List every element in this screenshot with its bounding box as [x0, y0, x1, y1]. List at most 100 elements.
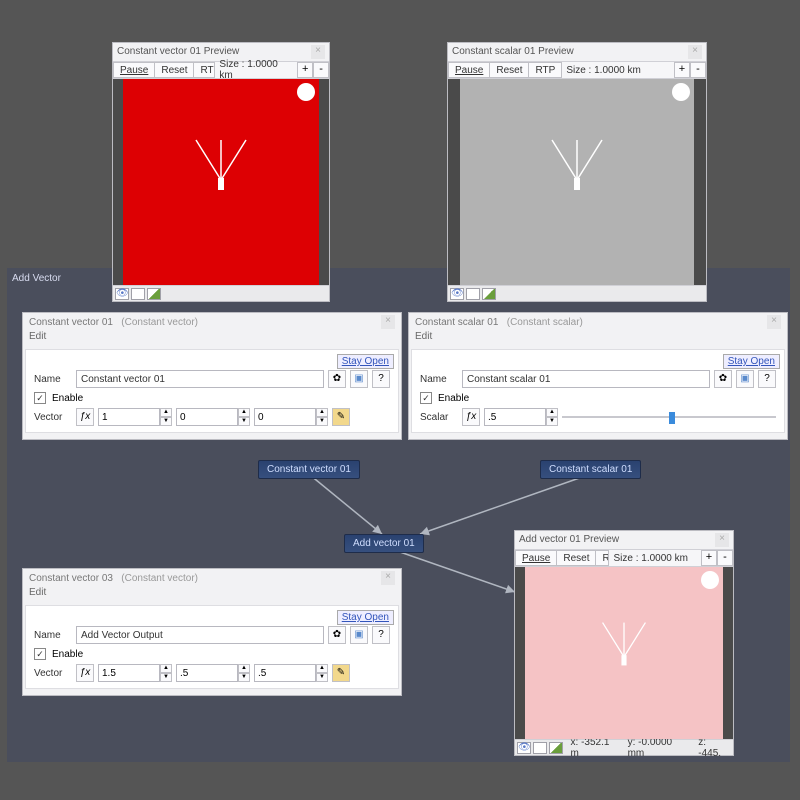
- edit-label[interactable]: Edit: [23, 587, 401, 603]
- picker-icon[interactable]: ✎: [332, 408, 350, 426]
- name-input[interactable]: [76, 626, 324, 644]
- spin-up[interactable]: ▲: [316, 408, 328, 417]
- property-panel-vector03: Constant vector 03 (Constant vector)× Ed…: [22, 568, 402, 696]
- sun-icon: [297, 83, 315, 101]
- vector-label: Vector: [34, 412, 72, 423]
- spin-up[interactable]: ▲: [160, 408, 172, 417]
- scalar-slider[interactable]: [562, 412, 776, 422]
- spin-up[interactable]: ▲: [238, 408, 250, 417]
- eye-icon[interactable]: 👁: [450, 288, 464, 300]
- gear-icon[interactable]: ✿: [714, 370, 732, 388]
- zoom-out-button[interactable]: -: [313, 62, 329, 78]
- spin-down[interactable]: ▼: [238, 673, 250, 682]
- edit-label[interactable]: Edit: [409, 331, 787, 347]
- spin-up[interactable]: ▲: [546, 408, 558, 417]
- vy-input[interactable]: [176, 408, 238, 426]
- stay-open-button[interactable]: Stay Open: [337, 610, 394, 625]
- spin-up[interactable]: ▲: [238, 664, 250, 673]
- reset-button[interactable]: Reset: [154, 62, 194, 78]
- vx-input[interactable]: [98, 664, 160, 682]
- enable-checkbox[interactable]: ✓: [34, 392, 46, 404]
- vx-input[interactable]: [98, 408, 160, 426]
- pause-button[interactable]: Pause: [448, 62, 490, 78]
- node-constant-vector[interactable]: Constant vector 01: [258, 460, 360, 479]
- play-icon[interactable]: [147, 288, 161, 300]
- reset-button[interactable]: Reset: [556, 550, 596, 566]
- rtp-button[interactable]: RTP: [193, 62, 215, 78]
- rtp-button[interactable]: R: [595, 550, 609, 566]
- enable-checkbox[interactable]: ✓: [34, 648, 46, 660]
- scalar-input[interactable]: [484, 408, 546, 426]
- close-icon[interactable]: ×: [688, 45, 702, 59]
- name-input[interactable]: [76, 370, 324, 388]
- preview-icon[interactable]: ▣: [350, 626, 368, 644]
- fx-icon[interactable]: ƒx: [462, 408, 480, 426]
- gear-icon[interactable]: ✿: [328, 370, 346, 388]
- spin-down[interactable]: ▼: [160, 417, 172, 426]
- spin-down[interactable]: ▼: [316, 417, 328, 426]
- close-icon[interactable]: ×: [767, 315, 781, 329]
- gear-icon[interactable]: ✿: [328, 626, 346, 644]
- panel-title: Constant vector 03: [29, 573, 113, 584]
- vector-label: Vector: [34, 668, 72, 679]
- play-icon[interactable]: [482, 288, 496, 300]
- sun-icon: [672, 83, 690, 101]
- spin-down[interactable]: ▼: [238, 417, 250, 426]
- preview-panel-addvector: Add vector 01 Preview× Pause Reset R Siz…: [514, 530, 734, 756]
- spin-down[interactable]: ▼: [546, 417, 558, 426]
- zoom-in-button[interactable]: +: [674, 62, 690, 78]
- zoom-in-button[interactable]: +: [701, 550, 717, 566]
- name-label: Name: [34, 374, 72, 385]
- play-icon[interactable]: [549, 742, 563, 754]
- vz-input[interactable]: [254, 664, 316, 682]
- vy-input[interactable]: [176, 664, 238, 682]
- close-icon[interactable]: ×: [381, 315, 395, 329]
- name-input[interactable]: [462, 370, 710, 388]
- reset-button[interactable]: Reset: [489, 62, 529, 78]
- scalar-label: Scalar: [420, 412, 458, 423]
- close-icon[interactable]: ×: [715, 533, 729, 547]
- coord-z: z: -445.: [698, 737, 731, 759]
- name-label: Name: [34, 630, 72, 641]
- section-label: Add Vector: [12, 273, 61, 284]
- expand-icon[interactable]: [131, 288, 145, 300]
- preview-icon[interactable]: ▣: [350, 370, 368, 388]
- rtp-button[interactable]: RTP: [528, 62, 562, 78]
- picker-icon[interactable]: ✎: [332, 664, 350, 682]
- sun-icon: [701, 571, 719, 589]
- fx-icon[interactable]: ƒx: [76, 408, 94, 426]
- preview-title: Constant scalar 01 Preview: [452, 43, 574, 61]
- spin-up[interactable]: ▲: [316, 664, 328, 673]
- preview-panel-scalar: Constant scalar 01 Preview× Pause Reset …: [447, 42, 707, 302]
- eye-icon[interactable]: 👁: [517, 742, 531, 754]
- fx-icon[interactable]: ƒx: [76, 664, 94, 682]
- node-add-vector[interactable]: Add vector 01: [344, 534, 424, 553]
- close-icon[interactable]: ×: [311, 45, 325, 59]
- panel-type: (Constant scalar): [507, 317, 583, 328]
- help-icon[interactable]: ?: [372, 626, 390, 644]
- panel-title: Constant scalar 01: [415, 317, 498, 328]
- expand-icon[interactable]: [533, 742, 547, 754]
- preview-icon[interactable]: ▣: [736, 370, 754, 388]
- zoom-out-button[interactable]: -: [690, 62, 706, 78]
- enable-checkbox[interactable]: ✓: [420, 392, 432, 404]
- pause-button[interactable]: Pause: [113, 62, 155, 78]
- pause-button[interactable]: Pause: [515, 550, 557, 566]
- spin-up[interactable]: ▲: [160, 664, 172, 673]
- preview-title: Add vector 01 Preview: [519, 531, 619, 549]
- stay-open-button[interactable]: Stay Open: [337, 354, 394, 369]
- expand-icon[interactable]: [466, 288, 480, 300]
- spin-down[interactable]: ▼: [160, 673, 172, 682]
- enable-label: Enable: [52, 393, 83, 404]
- help-icon[interactable]: ?: [758, 370, 776, 388]
- spin-down[interactable]: ▼: [316, 673, 328, 682]
- help-icon[interactable]: ?: [372, 370, 390, 388]
- close-icon[interactable]: ×: [381, 571, 395, 585]
- eye-icon[interactable]: 👁: [115, 288, 129, 300]
- node-constant-scalar[interactable]: Constant scalar 01: [540, 460, 641, 479]
- zoom-out-button[interactable]: -: [717, 550, 733, 566]
- stay-open-button[interactable]: Stay Open: [723, 354, 780, 369]
- zoom-in-button[interactable]: +: [297, 62, 313, 78]
- vz-input[interactable]: [254, 408, 316, 426]
- edit-label[interactable]: Edit: [23, 331, 401, 347]
